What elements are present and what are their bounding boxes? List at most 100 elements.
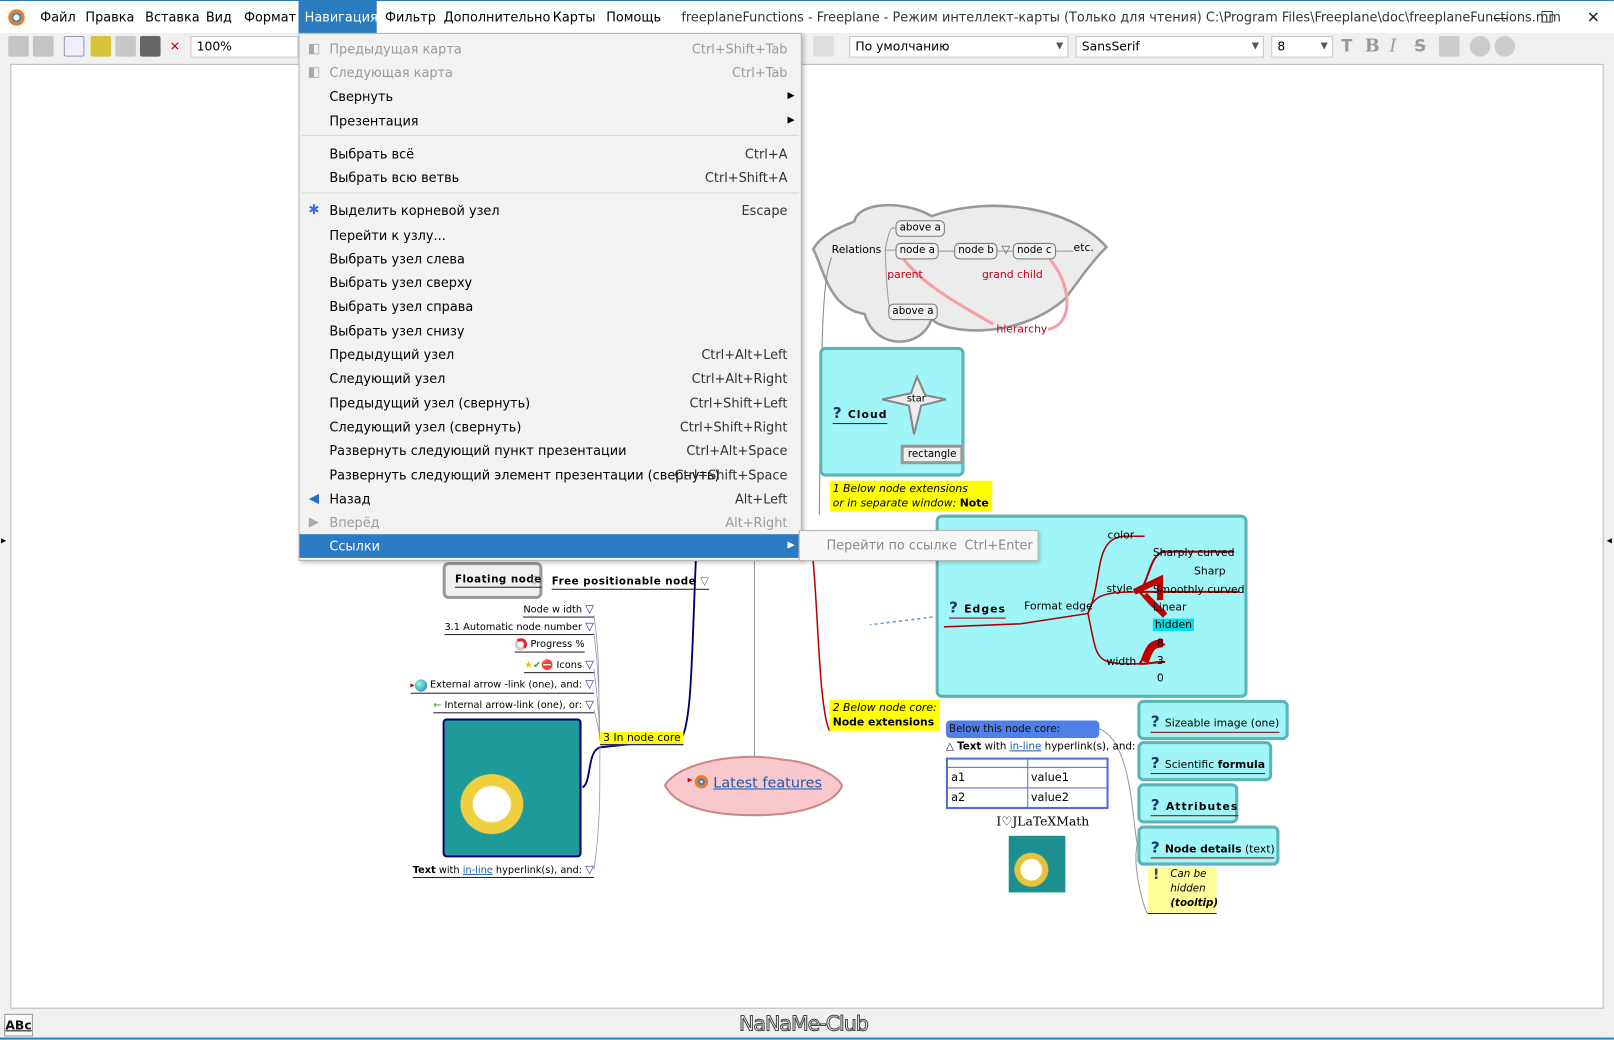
node-width-8[interactable]: 8 [1157,637,1164,649]
menu-item-8[interactable]: Выбрать узел слева [300,247,801,271]
menu-item-5[interactable]: Выбрать всю ветвь Ctrl+Shift+A [300,166,801,190]
menu-item-7[interactable]: Перейти к узлу... [300,223,801,247]
menu-item-2[interactable]: Свернуть ▶ [300,84,801,108]
node-width-3[interactable]: 3 [1157,655,1164,667]
menu-item-shortcut: Escape [741,202,788,219]
node-label-main: Node details [1164,842,1242,856]
menu-item-11[interactable]: Выбрать узел снизу [300,319,801,343]
menu-item-12[interactable]: Предыдущий узел Ctrl+Alt+Left [300,343,801,367]
menu-item-3[interactable]: Презентация ▶ [300,109,801,133]
menu-item-follow-link[interactable]: Перейти по ссылке [827,531,958,560]
fold-triangle-icon[interactable]: ▽ [585,677,594,690]
fold-triangle-icon[interactable]: ▽ [1002,243,1011,256]
fold-triangle-icon[interactable]: ▽ [585,602,594,615]
fold-triangle-icon[interactable]: ▽ [585,863,594,876]
node-below-a[interactable]: above a [888,303,938,321]
stop-icon: ⛔ [541,659,554,672]
tooltip-node[interactable]: ! Can be hidden (tooltip) [1147,867,1218,915]
node-a[interactable]: node a [895,242,939,260]
menu-item-label: Предыдущий узел [329,346,455,363]
node-relations[interactable]: Relations [832,244,882,256]
node-label-extra: formula [1217,758,1266,771]
node-free-positionable[interactable]: Free positionable node ▽ [551,574,710,590]
node-b[interactable]: node b [954,242,998,260]
node-details[interactable]: ? Node details (text) [1137,825,1280,866]
node-star[interactable]: star [907,393,926,404]
node-smoothly-curved[interactable]: Smoothly curved [1153,584,1245,596]
menu-item-17[interactable]: Развернуть следующий элемент презентации… [300,463,801,487]
node-width-0[interactable]: 0 [1157,672,1164,684]
menu-item-10[interactable]: Выбрать узел справа [300,294,801,318]
node-format-edge[interactable]: Format edge [1024,600,1093,612]
note-line-2: or in separate window: [832,497,960,510]
node-auto-number[interactable]: 3.1 Automatic node number ▽ [444,620,594,636]
node-text-hyperlink[interactable]: Text with in-line hyperlink(s), and: ▽ [412,863,594,878]
details-header[interactable]: Below this node core: [945,720,1100,739]
node-hidden[interactable]: hidden [1152,618,1195,631]
menu-item-9[interactable]: Выбрать узел сверху [300,271,801,295]
latex-formula: I♡JLaTeXMath [996,814,1090,829]
details-inline-link[interactable]: in-line [1010,741,1042,752]
menu-item-label: Следующий узел (свернуть) [329,418,522,435]
node-above-a[interactable]: above a [895,220,945,237]
check-icon: ✔ [533,659,542,672]
node-internal-link[interactable]: ← Internal arrow-link (one), or: ▽ [433,698,594,714]
node-linear[interactable]: Linear [1153,601,1187,613]
details-text-pre: with [981,741,1010,753]
menu-item-shortcut: Ctrl+Shift+Tab [691,41,788,57]
menu-item-label: Развернуть следующий элемент презентации… [329,467,720,483]
node-style[interactable]: style [1106,583,1132,595]
node-etc[interactable]: etc. [1074,242,1094,254]
table-cell: a1 [946,766,1028,788]
right-scroll-arrow-icon[interactable]: ◂ [1607,535,1612,546]
menu-item-18[interactable]: ◀ Назад Alt+Left [300,487,801,511]
note-node-core[interactable]: 2 Below node core: Node extensions [829,699,940,731]
node-external-link[interactable]: ▸ External arrow -link (one), and: ▽ [410,677,594,694]
left-scroll-arrow-icon[interactable]: ▸ [1,535,6,546]
collapse-triangle-icon[interactable]: △ [946,741,957,752]
fold-triangle-icon[interactable]: ▽ [700,574,709,587]
menu-item-13[interactable]: Следующий узел Ctrl+Alt+Right [300,366,801,390]
details-text[interactable]: △ Text with in-line hyperlink(s), and: [946,741,1135,752]
menu-item-label: Выбрать всю ветвь [329,169,460,186]
menu-item-label: Выбрать всё [329,146,415,162]
menu-item-6[interactable]: ✱ Выделить корневой узел Escape [300,199,801,223]
fold-triangle-icon[interactable]: ▽ [530,573,539,586]
node-c[interactable]: node c [1012,242,1056,260]
node-progress[interactable]: Progress % [515,638,585,653]
menu-item-14[interactable]: Предыдущий узел (свернуть) Ctrl+Shift+Lef… [300,391,801,415]
progress-icon [515,638,528,651]
fold-triangle-icon[interactable]: ▽ [585,698,594,711]
node-edges[interactable]: ? Edges [949,598,1006,619]
node-sharply-curved[interactable]: Sharply curved [1153,547,1235,559]
menu-item-label: Выбрать узел сверху [329,274,473,291]
inline-link[interactable]: in-line [463,865,493,876]
node-icons[interactable]: ★✔⛔ Icons ▽ [524,658,594,674]
node-sharp[interactable]: Sharp [1194,565,1226,577]
bee-image-node[interactable] [442,718,582,858]
menu-item-15[interactable]: Следующий узел (свернуть) Ctrl+Shift+Righ… [300,415,801,439]
menu-item-20[interactable]: Ссылки ▶ [299,534,801,558]
star-icon: ★ [524,659,534,672]
next-map-icon: ◧ [307,64,321,81]
node-attributes[interactable]: ? Attributes [1137,783,1239,824]
node-rectangle[interactable]: rectangle [900,444,964,465]
node-width[interactable]: width [1106,656,1136,668]
menu-item-shortcut: Alt+Left [735,490,788,507]
node-label: hyperlink(s), and: [492,864,583,876]
fold-triangle-icon[interactable]: ▽ [585,658,594,671]
menu-separator [301,192,799,194]
node-scientific-formula[interactable]: ? Scientific formula [1137,741,1273,782]
node-in-node-core[interactable]: 3 In node core [600,731,684,746]
fold-triangle-icon[interactable]: ▽ [585,620,594,633]
note-node-extensions[interactable]: 1 Below node extensions or in separate wi… [829,480,992,512]
menu-item-4[interactable]: Выбрать всё Ctrl+A [300,142,801,166]
menu-item-16[interactable]: Развернуть следующий пункт презентации Ct… [300,438,801,462]
node-sizeable-image[interactable]: ? Sizeable image (one) [1137,699,1289,741]
node-color[interactable]: color [1108,529,1135,541]
node-node-width[interactable]: Node w idth ▽ [523,602,594,618]
floating-node-box[interactable]: Floating node ▽ [442,561,543,600]
root-node-latest-features[interactable]: Latest features [713,775,822,791]
help-icon: ? [949,598,960,617]
map-nodes: Relations above a node a node b ▽ node c… [0,0,1614,1040]
